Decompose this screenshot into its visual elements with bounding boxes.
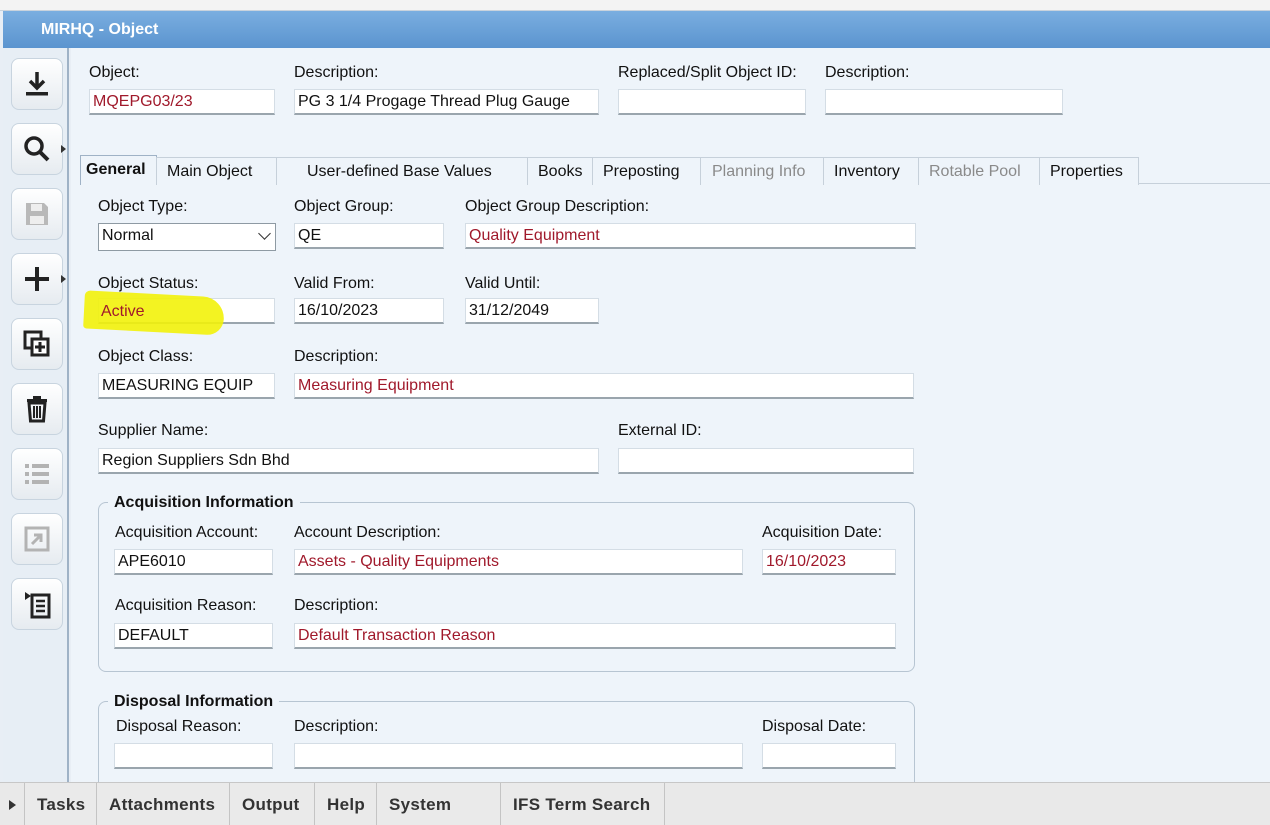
tab-planning-info[interactable]: Planning Info bbox=[700, 157, 824, 185]
acquisition-reason-field[interactable]: DEFAULT bbox=[114, 623, 273, 649]
tab-books[interactable]: Books bbox=[527, 157, 593, 185]
object-label: Object: bbox=[89, 64, 140, 81]
disposal-description-field[interactable] bbox=[294, 743, 743, 769]
disposal-reason-field[interactable] bbox=[114, 743, 273, 769]
replaced-object-field[interactable] bbox=[618, 89, 806, 115]
external-id-label: External ID: bbox=[618, 422, 702, 439]
replaced-object-label: Replaced/Split Object ID: bbox=[618, 64, 797, 81]
replaced-description-label: Description: bbox=[825, 64, 910, 81]
bottom-tab-output[interactable]: Output bbox=[229, 783, 314, 825]
object-group-label: Object Group: bbox=[294, 198, 394, 215]
bottom-tab-system-info[interactable]: System Info bbox=[376, 783, 500, 825]
valid-until-field[interactable]: 31/12/2049 bbox=[465, 298, 599, 324]
duplicate-icon bbox=[23, 330, 50, 357]
object-field[interactable]: MQEPG03/23 bbox=[89, 89, 275, 115]
save-icon bbox=[26, 203, 48, 225]
account-description-field[interactable]: Assets - Quality Equipments bbox=[294, 549, 743, 575]
description-field[interactable]: PG 3 1/4 Progage Thread Plug Gauge bbox=[294, 89, 599, 115]
class-description-field[interactable]: Measuring Equipment bbox=[294, 373, 914, 399]
object-status-label: Object Status: bbox=[98, 275, 199, 292]
tab-inventory[interactable]: Inventory bbox=[823, 157, 919, 185]
acquisition-reason-label: Acquisition Reason: bbox=[115, 597, 257, 614]
save-button[interactable] bbox=[11, 188, 63, 240]
bottom-tab-tasks[interactable]: Tasks bbox=[24, 783, 96, 825]
disposal-description-label: Description: bbox=[294, 718, 379, 735]
external-id-field[interactable] bbox=[618, 448, 914, 474]
object-class-label: Object Class: bbox=[98, 348, 194, 365]
delete-icon bbox=[27, 396, 47, 423]
bottom-tab-attachments[interactable]: Attachments bbox=[96, 783, 229, 825]
account-description-label: Account Description: bbox=[294, 524, 441, 541]
supplier-name-field[interactable]: Region Suppliers Sdn Bhd bbox=[98, 448, 599, 474]
tab-properties[interactable]: Properties bbox=[1039, 157, 1139, 185]
reason-description-label: Description: bbox=[294, 597, 379, 614]
list-icon bbox=[25, 464, 49, 484]
tab-rotable-pool[interactable]: Rotable Pool bbox=[918, 157, 1040, 185]
tab-bar: General Main Object User-defined Base Va… bbox=[80, 155, 1139, 185]
class-description-label: Description: bbox=[294, 348, 379, 365]
download-button[interactable] bbox=[11, 58, 63, 110]
expand-button[interactable] bbox=[11, 513, 63, 565]
search-dropdown-caret bbox=[61, 145, 66, 153]
tab-preposting[interactable]: Preposting bbox=[592, 157, 701, 185]
add-dropdown-caret bbox=[61, 275, 66, 283]
tab-general[interactable]: General bbox=[80, 155, 157, 185]
object-class-field[interactable]: MEASURING EQUIP bbox=[98, 373, 275, 399]
acquisition-account-field[interactable]: APE6010 bbox=[114, 549, 273, 575]
bottom-tab-ifs-term-search[interactable]: IFS Term Search bbox=[500, 783, 665, 825]
reason-description-field[interactable]: Default Transaction Reason bbox=[294, 623, 896, 649]
acquisition-date-field[interactable]: 16/10/2023 bbox=[762, 549, 896, 575]
acquisition-group-title: Acquisition Information bbox=[108, 494, 300, 512]
download-icon bbox=[26, 72, 48, 96]
disposal-date-label: Disposal Date: bbox=[762, 718, 867, 735]
duplicate-button[interactable] bbox=[11, 318, 63, 370]
valid-until-label: Valid Until: bbox=[465, 275, 541, 292]
search-icon bbox=[24, 136, 50, 162]
play-arrow-icon bbox=[8, 799, 16, 810]
replaced-description-field[interactable] bbox=[825, 89, 1063, 115]
bottom-panel-bar: Tasks Attachments Output Help System Inf… bbox=[0, 782, 1270, 825]
search-button[interactable] bbox=[11, 123, 66, 175]
object-type-value: Normal bbox=[102, 227, 154, 244]
bottom-tab-help[interactable]: Help bbox=[314, 783, 376, 825]
delete-button[interactable] bbox=[11, 383, 63, 435]
object-type-select[interactable]: Normal bbox=[98, 223, 276, 251]
object-group-description-field[interactable]: Quality Equipment bbox=[465, 223, 916, 249]
list-button[interactable] bbox=[11, 448, 63, 500]
object-group-field[interactable]: QE bbox=[294, 223, 444, 249]
object-status-value: Active bbox=[101, 303, 145, 320]
details-icon bbox=[25, 592, 51, 619]
top-strip bbox=[0, 0, 1270, 11]
disposal-date-field[interactable] bbox=[762, 743, 896, 769]
valid-from-label: Valid From: bbox=[294, 275, 375, 292]
expand-icon bbox=[24, 526, 50, 552]
acquisition-account-label: Acquisition Account: bbox=[115, 524, 259, 541]
object-type-label: Object Type: bbox=[98, 198, 188, 215]
description-label: Description: bbox=[294, 64, 379, 81]
window-title: MIRHQ - Object bbox=[3, 11, 1270, 48]
supplier-name-label: Supplier Name: bbox=[98, 422, 209, 439]
valid-from-field[interactable]: 16/10/2023 bbox=[294, 298, 444, 324]
tab-user-defined-base-values[interactable]: User-defined Base Values bbox=[276, 157, 528, 185]
object-group-description-label: Object Group Description: bbox=[465, 198, 650, 215]
tab-main-object[interactable]: Main Object bbox=[156, 157, 277, 185]
chevron-down-icon bbox=[258, 227, 271, 240]
disposal-group-title: Disposal Information bbox=[108, 693, 280, 711]
disposal-reason-label: Disposal Reason: bbox=[116, 718, 242, 735]
expand-panel-button[interactable] bbox=[0, 783, 24, 825]
add-icon bbox=[25, 267, 49, 291]
add-button[interactable] bbox=[11, 253, 66, 305]
left-toolbar bbox=[3, 48, 69, 782]
details-button[interactable] bbox=[11, 578, 63, 630]
acquisition-date-label: Acquisition Date: bbox=[762, 524, 883, 541]
